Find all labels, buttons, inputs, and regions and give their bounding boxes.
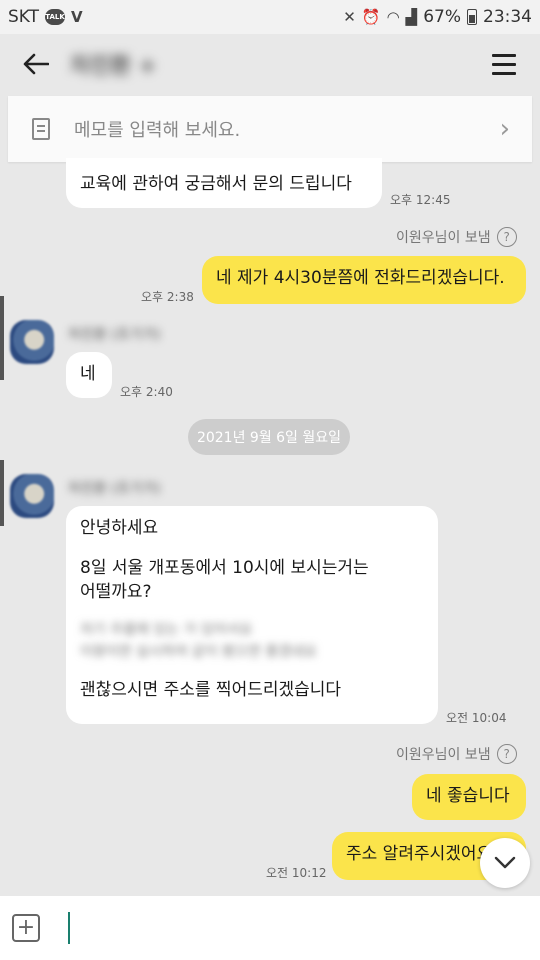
message-line: 안녕하세요 [80, 518, 159, 538]
incoming-message[interactable]: 교육에 관하여 궁금해서 문의 드립니다 [66, 158, 382, 208]
sender-note: 이원우님이 보냄 ? [396, 744, 517, 764]
message-input[interactable] [68, 912, 70, 944]
scroll-to-bottom-button[interactable] [480, 838, 530, 888]
message-line: 어떨까요? [80, 582, 152, 602]
message-time: 오전 10:04 [446, 711, 507, 725]
memo-placeholder: 메모를 입력해 보세요. [74, 120, 241, 141]
plus-icon: + [16, 915, 36, 940]
wifi-icon: ◠ [386, 8, 400, 26]
blurred-message-line: 이왕이면 실시하여 같이 봤으면 좋겠네요 [80, 644, 317, 660]
sender-name[interactable]: 차진환 (조기가) [68, 478, 161, 498]
alarm-icon: ⏰ [361, 8, 381, 26]
incoming-message[interactable]: 안녕하세요 8일 서울 개포동에서 10시에 보시는거는 어떨까요? 저기 주름… [66, 506, 438, 724]
carrier-label: SKT [8, 7, 40, 27]
sender-avatar[interactable] [10, 320, 54, 364]
message-time: 오전 10:12 [266, 866, 327, 880]
hamburger-icon [492, 53, 516, 57]
question-icon[interactable]: ? [496, 744, 517, 764]
v-notification-icon: V [71, 8, 83, 26]
message-text: 네 좋습니다 [426, 786, 510, 806]
blurred-message-line: 저기 주름에 있는 거 있어서요 [80, 622, 253, 638]
chevron-down-icon [494, 856, 516, 869]
outgoing-message[interactable]: 네 좋습니다 [412, 774, 526, 820]
document-icon [32, 118, 50, 140]
sender-note: 이원우님이 보냄 ? [396, 227, 517, 247]
clock: 23:34 [483, 7, 532, 27]
message-time: 오후 2:38 [141, 290, 194, 304]
kakaotalk-notification-icon: TALK [45, 9, 66, 25]
sender-name[interactable]: 차진환 (조기가) [68, 324, 161, 344]
status-bar: SKT TALK V ✕ ⏰ ◠ ▟ 67% 23:34 [0, 0, 540, 34]
memo-bar[interactable]: 메모를 입력해 보세요. › [8, 96, 532, 162]
message-text: 네 [80, 364, 96, 384]
back-button[interactable] [8, 36, 64, 92]
chat-header: 차진환 + [0, 34, 540, 94]
attach-button[interactable]: + [12, 914, 40, 942]
message-time: 오후 12:45 [390, 193, 451, 207]
menu-button[interactable] [484, 44, 524, 84]
outgoing-message[interactable]: 네 제가 4시30분쯤에 전화드리겠습니다. [202, 256, 526, 304]
signal-icon: ▟ [405, 8, 418, 26]
arrow-left-icon [23, 53, 49, 75]
battery-percent: 67% [423, 7, 461, 27]
mute-icon: ✕ [343, 8, 356, 26]
message-text: 주소 알려주시겠어요 [346, 844, 493, 864]
chat-title[interactable]: 차진환 + [70, 48, 157, 80]
sender-avatar[interactable] [10, 474, 54, 518]
message-line: 괜찮으시면 주소를 찍어드리겠습니다 [80, 680, 342, 700]
message-time: 오후 2:40 [120, 385, 173, 399]
message-input-bar: + [0, 896, 540, 960]
date-divider: 2021년 9월 6일 월요일 [188, 419, 350, 455]
battery-icon [467, 9, 477, 25]
message-text: 교육에 관하여 궁금해서 문의 드립니다 [80, 174, 352, 194]
question-icon[interactable]: ? [496, 227, 517, 247]
message-line: 8일 서울 개포동에서 10시에 보시는거는 [80, 558, 369, 578]
chevron-right-icon: › [499, 114, 510, 144]
message-text: 네 제가 4시30분쯤에 전화드리겠습니다. [216, 268, 505, 288]
incoming-message[interactable]: 네 [66, 352, 112, 398]
